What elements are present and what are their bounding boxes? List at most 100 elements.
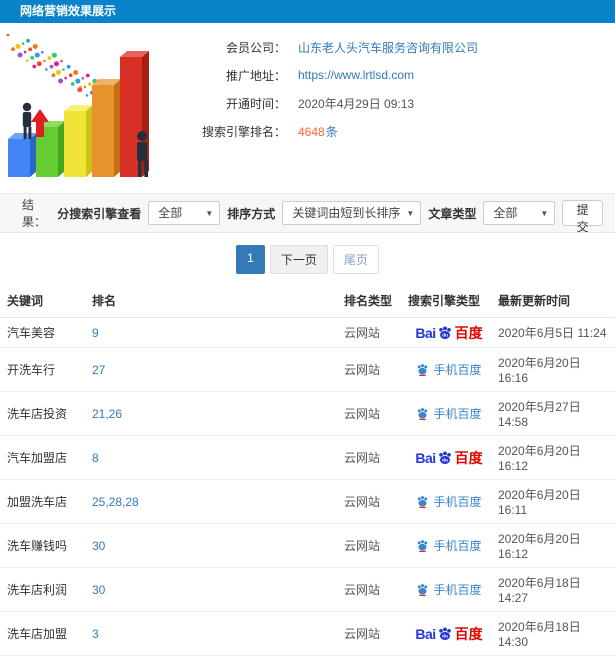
table-row: 洗车店投资 21,26 云网站 手机百度 2020年5月27日 14:58	[0, 391, 615, 436]
col-engine-type: 搜索引擎类型	[404, 285, 494, 318]
keyword-cell: 汽车美容	[0, 317, 88, 348]
table-header-row: 关键词 排名 排名类型 搜索引擎类型 最新更新时间	[0, 285, 615, 318]
sort-filter-select[interactable]: 关键词由短到长排序 ▼	[282, 201, 422, 225]
engine-type-cell: Bai du 百度	[404, 435, 494, 480]
member-company-row: 会员公司： 山东老人头汽车服务咨询有限公司	[168, 33, 478, 61]
results-table: 关键词 排名 排名类型 搜索引擎类型 最新更新时间 汽车美容 9 云网站 Bai du 百…	[0, 285, 615, 656]
keyword-cell: 加盟洗车店	[0, 479, 88, 524]
rank-cell[interactable]: 8	[88, 435, 340, 480]
submit-button[interactable]: 提交	[562, 200, 603, 234]
updated-time-cell: 2020年6月18日 14:27	[494, 567, 615, 612]
rank-type-cell: 云网站	[340, 435, 404, 480]
engine-type-cell: Bai du 百度	[404, 611, 494, 656]
engine-rank-value: 4648条	[298, 123, 338, 140]
table-row: 洗车赚钱吗 30 云网站 手机百度 2020年6月20日 16:12	[0, 523, 615, 568]
updated-time-cell: 2020年6月20日 16:12	[494, 523, 615, 568]
pagination: 1 下一页 尾页	[0, 245, 615, 274]
mobile-baidu-logo: 手机百度	[416, 405, 482, 422]
updated-time-cell: 2020年5月27日 14:58	[494, 391, 615, 436]
engine-type-cell: 手机百度	[404, 347, 494, 392]
baidu-paw-icon: du	[438, 450, 451, 464]
engine-type-cell: 手机百度	[404, 479, 494, 524]
next-page-button[interactable]: 下一页	[269, 245, 328, 274]
col-updated: 最新更新时间	[494, 285, 615, 318]
promo-url-row: 推广地址： https://www.lrtlsd.com	[168, 61, 478, 89]
mobile-baidu-logo: 手机百度	[416, 537, 482, 554]
updated-time-cell: 2020年6月20日 16:12	[494, 435, 615, 480]
rank-cell[interactable]: 21,26	[88, 391, 340, 436]
last-page-button[interactable]: 尾页	[332, 245, 379, 274]
keyword-cell: 开洗车行	[0, 347, 88, 392]
engine-filter-value: 全部	[158, 206, 183, 220]
engine-rank-row: 搜索引擎排名： 4648条	[168, 117, 478, 145]
engine-rank-count: 4648	[298, 124, 325, 139]
rank-type-cell: 云网站	[340, 391, 404, 436]
engine-filter-select[interactable]: 全部 ▼	[148, 201, 221, 225]
member-company-label: 会员公司：	[225, 40, 286, 55]
rank-cell[interactable]: 3	[88, 611, 340, 656]
type-filter-select[interactable]: 全部 ▼	[483, 201, 556, 225]
baidu-paw-icon	[418, 407, 428, 420]
mobile-baidu-logo: 手机百度	[416, 581, 482, 598]
col-keyword: 关键词	[0, 285, 88, 318]
svg-text:du: du	[442, 457, 448, 463]
sort-filter-value: 关键词由短到长排序	[292, 206, 401, 220]
col-rank: 排名	[88, 285, 340, 318]
filter-controls: 分搜索引擎查看 全部 ▼ 排序方式 关键词由短到长排序 ▼ 文章类型 全部 ▼ …	[57, 200, 603, 234]
promo-url-label: 推广地址：	[225, 68, 286, 83]
filter-bar: 结果： 分搜索引擎查看 全部 ▼ 排序方式 关键词由短到长排序 ▼ 文章类型 全…	[0, 193, 615, 234]
baidu-logo: Bai du 百度	[415, 324, 483, 341]
rank-type-cell: 云网站	[340, 567, 404, 612]
chevron-down-icon: ▼	[406, 209, 415, 218]
updated-time-cell: 2020年6月20日 16:11	[494, 479, 615, 524]
rank-type-cell: 云网站	[340, 479, 404, 524]
updated-time-cell: 2020年6月20日 16:16	[494, 347, 615, 392]
promo-url-link[interactable]: https://www.lrtlsd.com	[298, 68, 414, 82]
results-table-body: 汽车美容 9 云网站 Bai du 百度 2020年6月5日 11:24 开洗车行 27 云网站手…	[0, 317, 615, 656]
open-time-label: 开通时间：	[225, 96, 286, 111]
svg-text:du: du	[442, 332, 448, 338]
table-row: 加盟洗车店 25,28,28 云网站 手机百度 2020年6月20日 16:11	[0, 479, 615, 524]
rank-cell[interactable]: 25,28,28	[88, 479, 340, 524]
table-row: 汽车加盟店 8 云网站 Bai du 百度 2020年6月20日 16:12	[0, 435, 615, 480]
keyword-cell: 洗车店投资	[0, 391, 88, 436]
company-info-list: 会员公司： 山东老人头汽车服务咨询有限公司 推广地址： https://www.…	[168, 33, 478, 145]
rank-cell[interactable]: 30	[88, 567, 340, 612]
rank-cell[interactable]: 30	[88, 523, 340, 568]
engine-rank-unit: 条	[325, 124, 338, 139]
baidu-paw-icon: du	[438, 626, 451, 640]
rank-type-cell: 云网站	[340, 611, 404, 656]
keyword-cell: 洗车赚钱吗	[0, 523, 88, 568]
updated-time-cell: 2020年6月18日 14:30	[494, 611, 615, 656]
baidu-paw-icon	[418, 583, 428, 596]
rank-type-cell: 云网站	[340, 523, 404, 568]
keyword-cell: 汽车加盟店	[0, 435, 88, 480]
mobile-baidu-logo: 手机百度	[416, 493, 482, 510]
keyword-cell: 洗车店利润	[0, 567, 88, 612]
table-row: 洗车店加盟 3 云网站 Bai du 百度 2020年6月18日 14:30	[0, 611, 615, 656]
rank-cell[interactable]: 9	[88, 317, 340, 348]
table-row: 开洗车行 27 云网站 手机百度 2020年6月20日 16:16	[0, 347, 615, 392]
col-rank-type: 排名类型	[340, 285, 404, 318]
open-time-row: 开通时间： 2020年4月29日 09:13	[168, 89, 478, 117]
mobile-baidu-logo: 手机百度	[416, 361, 482, 378]
updated-time-cell: 2020年6月5日 11:24	[494, 317, 615, 348]
engine-type-cell: 手机百度	[404, 567, 494, 612]
company-info-panel: 会员公司： 山东老人头汽车服务咨询有限公司 推广地址： https://www.…	[0, 23, 615, 193]
svg-text:du: du	[442, 633, 448, 639]
chevron-down-icon: ▼	[205, 209, 214, 218]
baidu-paw-icon	[418, 495, 428, 508]
baidu-paw-icon	[418, 539, 428, 552]
chevron-down-icon: ▼	[540, 209, 549, 218]
engine-type-cell: 手机百度	[404, 523, 494, 568]
table-row: 洗车店利润 30 云网站 手机百度 2020年6月18日 14:27	[0, 567, 615, 612]
rank-cell[interactable]: 27	[88, 347, 340, 392]
open-time-value: 2020年4月29日 09:13	[298, 96, 415, 111]
engine-type-cell: Bai du 百度	[404, 317, 494, 348]
type-filter-value: 全部	[493, 206, 518, 220]
member-company-link[interactable]: 山东老人头汽车服务咨询有限公司	[298, 39, 478, 56]
page-1-button[interactable]: 1	[236, 245, 265, 274]
rank-type-cell: 云网站	[340, 317, 404, 348]
rank-type-cell: 云网站	[340, 347, 404, 392]
table-row: 汽车美容 9 云网站 Bai du 百度 2020年6月5日 11:24	[0, 317, 615, 348]
